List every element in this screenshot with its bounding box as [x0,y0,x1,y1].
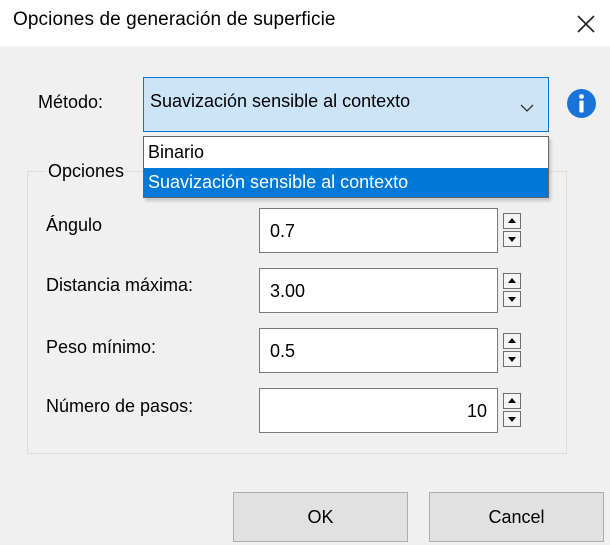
angle-label: Ángulo [46,215,103,235]
method-select[interactable]: Suavización sensible al contexto [143,77,549,132]
ok-button[interactable]: OK [233,492,408,542]
title-bar: Opciones de generación de superficie [0,0,610,46]
max-distance-label: Distancia máxima: [46,275,194,295]
min-weight-spin-down[interactable] [503,351,521,367]
min-weight-value: 0.5 [270,341,296,361]
cancel-button[interactable]: Cancel [429,492,604,542]
method-option-suavizacion[interactable]: Suavización sensible al contexto [144,168,548,197]
min-weight-input[interactable]: 0.5 [259,328,498,373]
max-distance-value: 3.00 [270,281,306,301]
method-label: Método: [38,92,104,112]
steps-spin-down[interactable] [503,411,521,427]
options-group-title: Opciones [45,161,128,182]
max-distance-input[interactable]: 3.00 [259,268,498,313]
method-selected-value: Suavización sensible al contexto [150,91,411,111]
max-distance-spin-down[interactable] [503,291,521,307]
steps-input[interactable]: 10 [259,388,498,433]
chevron-down-icon [519,101,535,113]
angle-spin-down[interactable] [503,231,521,247]
info-icon[interactable] [566,88,597,119]
method-dropdown-list: Binario Suavización sensible al contexto [143,136,549,198]
min-weight-label: Peso mínimo: [46,337,157,357]
close-icon[interactable] [574,12,598,36]
angle-input[interactable]: 0.7 [259,208,498,253]
steps-value: 10 [466,401,487,421]
method-option-binario[interactable]: Binario [144,138,548,167]
min-weight-spin-up[interactable] [503,333,521,349]
steps-label: Número de pasos: [46,396,194,416]
angle-spin-up[interactable] [503,213,521,229]
steps-spin-up[interactable] [503,393,521,409]
max-distance-spin-up[interactable] [503,273,521,289]
window-title: Opciones de generación de superficie [13,9,336,30]
angle-value: 0.7 [270,221,296,241]
